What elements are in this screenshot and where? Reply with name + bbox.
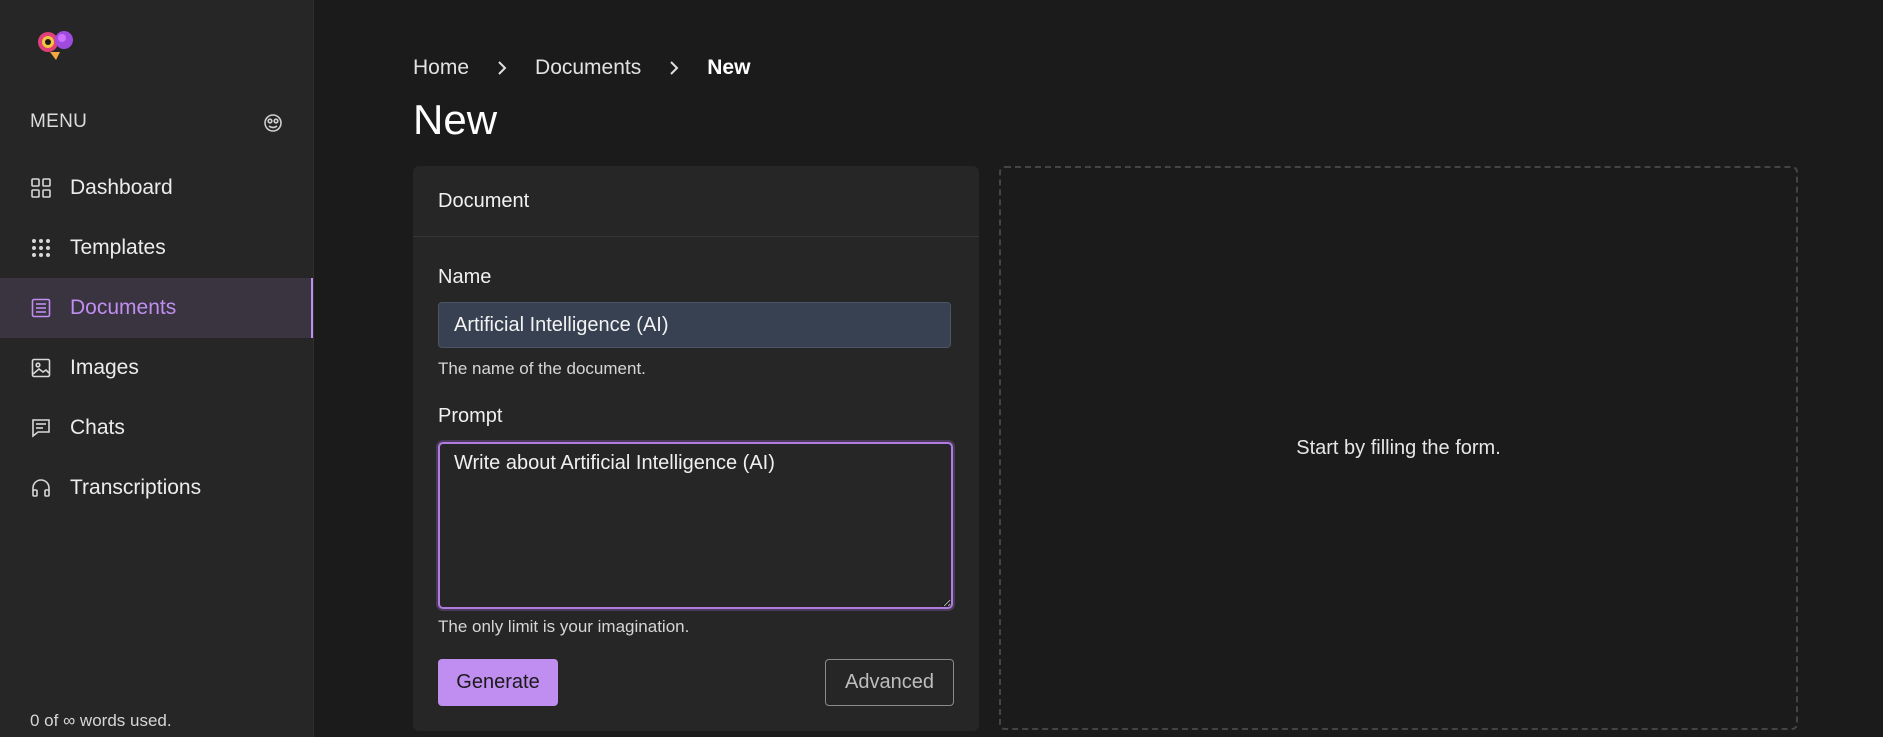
sidebar-item-label: Documents (70, 296, 177, 319)
prompt-textarea[interactable]: Write about Artificial Intelligence (AI) (438, 442, 953, 609)
sidebar-item-label: Dashboard (70, 176, 173, 199)
breadcrumb-home[interactable]: Home (413, 56, 469, 80)
name-input[interactable] (438, 302, 951, 348)
menu-title: MENU (30, 111, 88, 132)
document-form-card: Document Name The name of the document. … (413, 166, 979, 731)
name-label: Name (438, 266, 492, 288)
sidebar-item-images[interactable]: Images (0, 338, 313, 398)
dots-grid-icon (30, 237, 52, 259)
breadcrumb-current: New (707, 56, 751, 79)
app-logo[interactable] (34, 28, 78, 62)
prompt-label: Prompt (438, 405, 503, 427)
document-icon (30, 297, 52, 319)
advanced-button[interactable]: Advanced (825, 659, 954, 706)
sidebar: MENU Dashboard Templates Documents Image… (0, 0, 314, 737)
sidebar-item-documents[interactable]: Documents (0, 278, 313, 338)
sidebar-item-label: Chats (70, 416, 125, 439)
name-help-text: The name of the document. (438, 359, 646, 378)
sidebar-item-templates[interactable]: Templates (0, 218, 313, 278)
breadcrumb: Home Documents New (413, 56, 750, 80)
generate-button[interactable]: Generate (438, 659, 558, 706)
preview-empty-text: Start by filling the form. (1296, 436, 1501, 459)
card-header: Document (413, 166, 979, 237)
sidebar-item-transcriptions[interactable]: Transcriptions (0, 458, 313, 518)
chevron-right-icon (667, 61, 681, 75)
prompt-help-text: The only limit is your imagination. (438, 617, 690, 636)
preview-panel: Start by filling the form. (999, 166, 1798, 730)
word-usage: 0 of ∞ words used. (30, 711, 172, 730)
sidebar-item-label: Templates (70, 236, 166, 259)
headphones-icon (30, 477, 52, 499)
sidebar-item-label: Transcriptions (70, 476, 202, 499)
breadcrumb-documents[interactable]: Documents (535, 56, 641, 80)
sidebar-item-chats[interactable]: Chats (0, 398, 313, 458)
chevron-right-icon (495, 61, 509, 75)
grid-icon (30, 177, 52, 199)
chat-icon (30, 417, 52, 439)
theme-toggle-icon[interactable] (263, 113, 283, 133)
image-icon (30, 357, 52, 379)
sidebar-nav: Dashboard Templates Documents Images Cha… (0, 158, 313, 518)
page-title: New (413, 96, 498, 143)
sidebar-item-dashboard[interactable]: Dashboard (0, 158, 313, 218)
sidebar-item-label: Images (70, 356, 139, 379)
